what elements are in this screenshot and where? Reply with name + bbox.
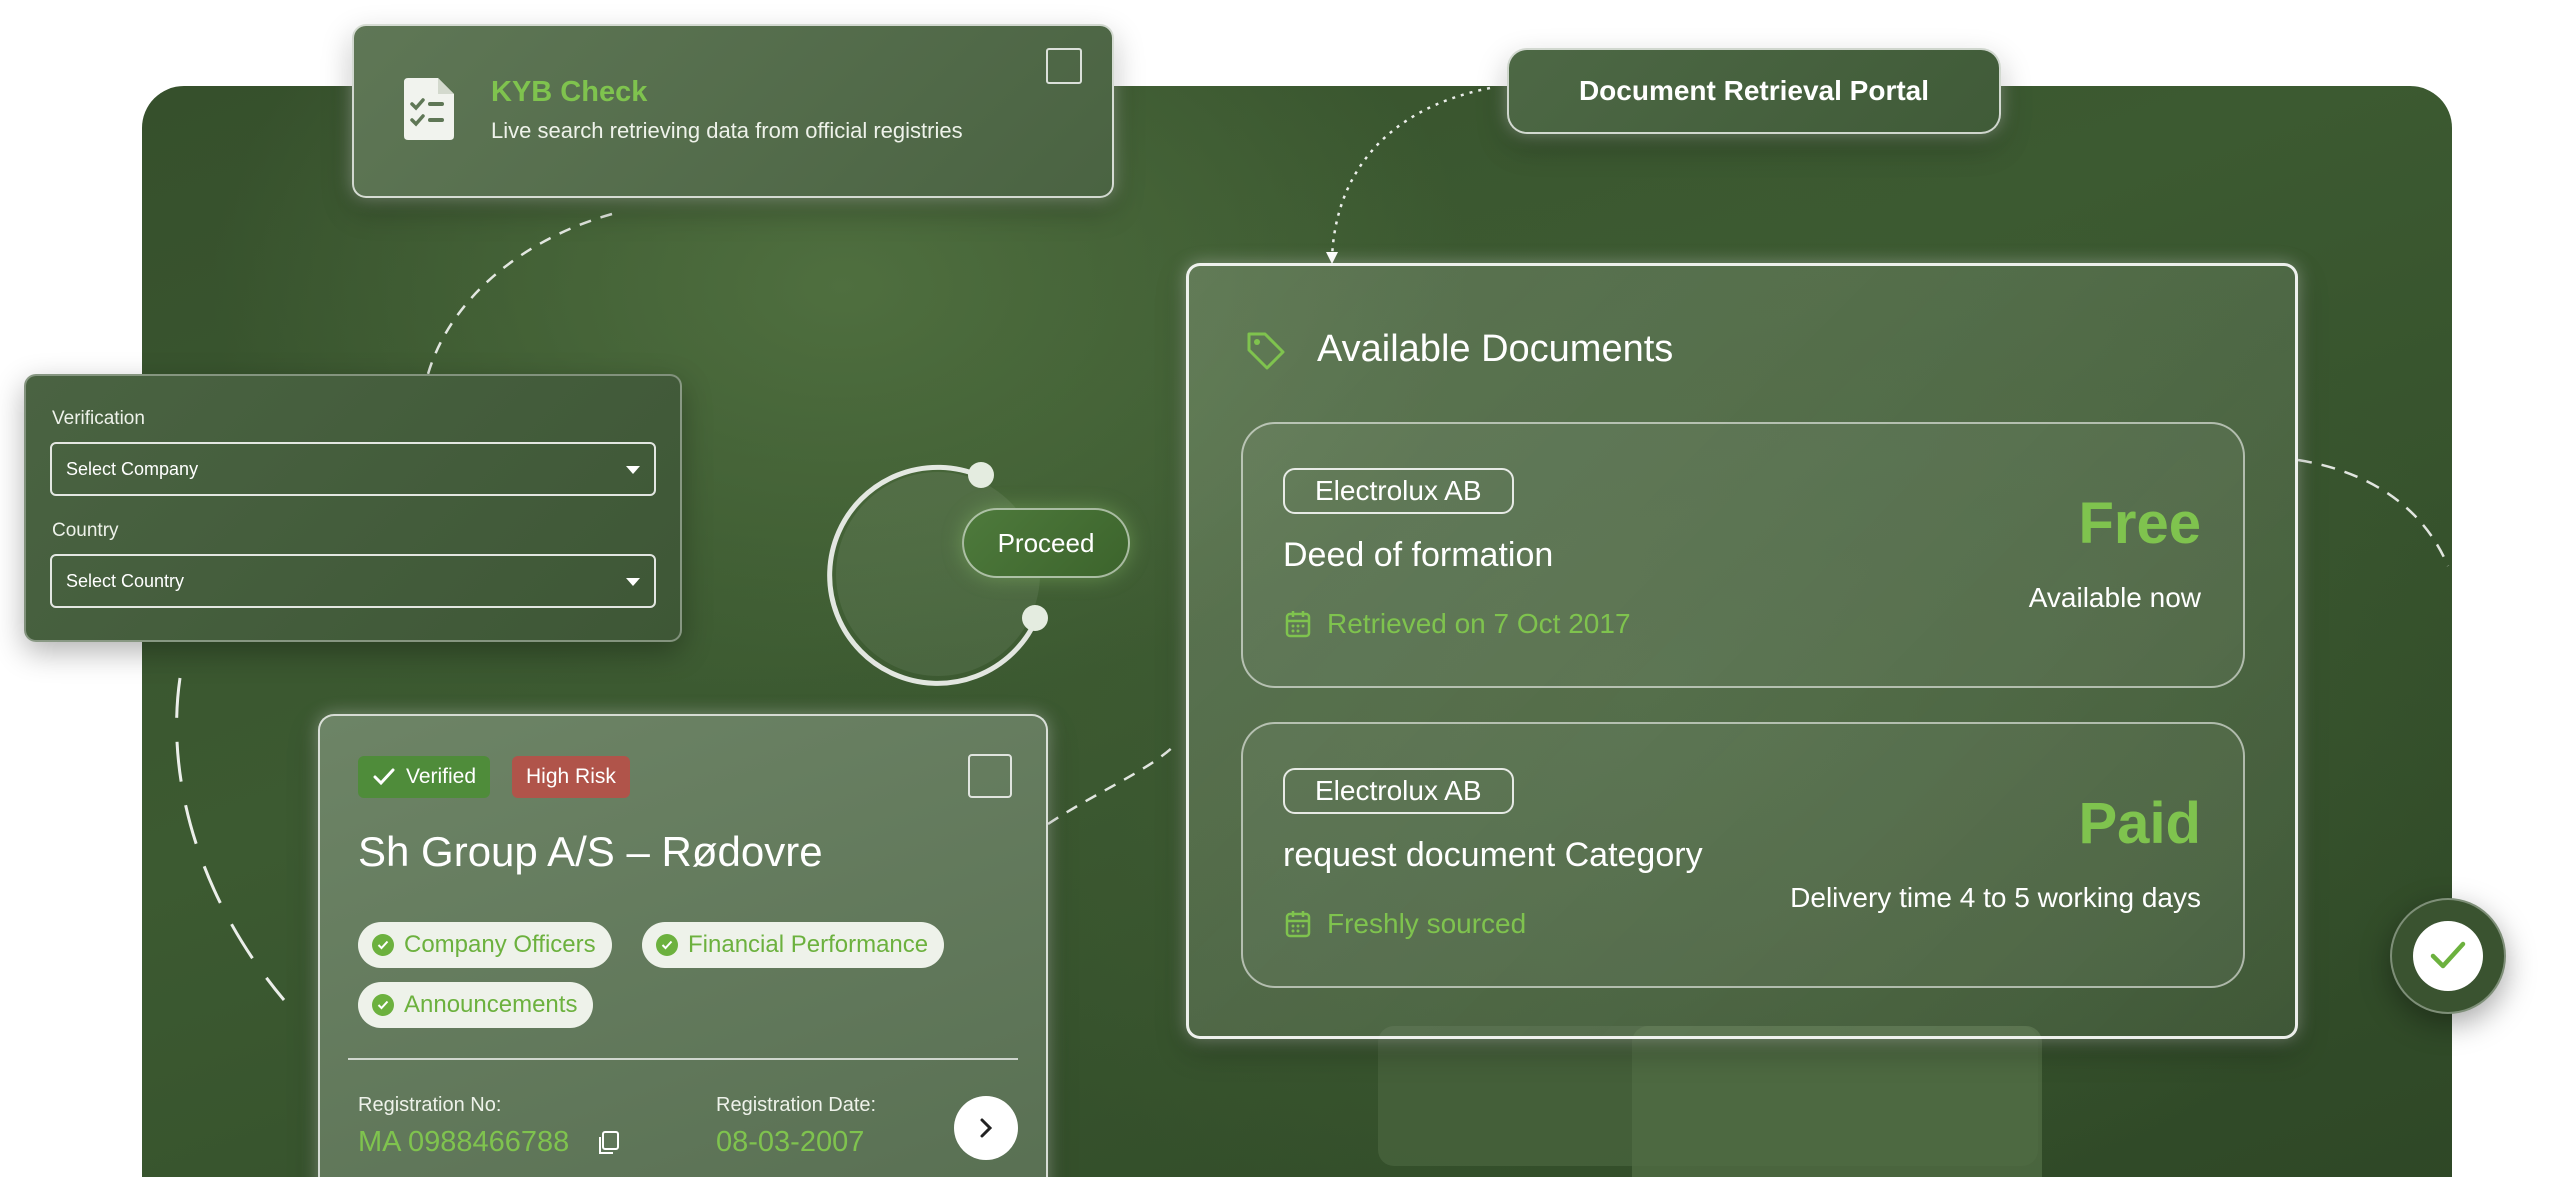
document-availability: Delivery time 4 to 5 working days — [1790, 882, 2201, 913]
verified-badge: Verified — [358, 756, 491, 798]
document-retrieval-portal-label: Document Retrieval Portal — [1507, 48, 2001, 134]
check-icon — [373, 768, 395, 786]
document-item[interactable]: Electrolux AB request document Category … — [1241, 722, 2245, 988]
copy-icon[interactable] — [596, 1130, 620, 1156]
company-card: Verified High Risk Sh Group A/S – Rødovr… — [318, 714, 1048, 1177]
calendar-icon — [1285, 611, 1311, 638]
document-meta-text: Retrieved on 7 Oct 2017 — [1327, 608, 1631, 639]
calendar-icon — [1285, 911, 1311, 938]
country-select[interactable]: Select Country — [50, 554, 656, 608]
chevron-down-icon — [626, 578, 640, 586]
background-card-shadow — [1632, 1026, 2042, 1177]
chevron-right-icon — [980, 1118, 993, 1138]
company-tag: Electrolux AB — [1283, 768, 1514, 814]
document-meta: Retrieved on 7 Oct 2017 — [1285, 608, 1631, 640]
document-meta-text: Freshly sourced — [1327, 908, 1527, 939]
company-name: Sh Group A/S – Rødovre — [358, 828, 823, 875]
document-item[interactable]: Electrolux AB Deed of formation Retrieve… — [1241, 422, 2245, 688]
chip-announcements[interactable]: Announcements — [358, 982, 594, 1028]
proceed-button[interactable]: Proceed — [962, 508, 1130, 578]
verification-label: Verification — [52, 408, 145, 429]
registration-date-value: 08-03-2007 — [716, 1126, 865, 1158]
divider — [348, 1058, 1018, 1060]
tag-icon — [1247, 332, 1285, 370]
document-availability: Available now — [2028, 582, 2201, 613]
document-name: Deed of formation — [1283, 536, 1554, 574]
confirm-button[interactable] — [2390, 898, 2506, 1014]
chip-company-officers[interactable]: Company Officers — [358, 922, 612, 968]
country-select-value: Select Country — [66, 570, 185, 591]
company-tag: Electrolux AB — [1283, 468, 1514, 514]
registration-no-label: Registration No: — [358, 1094, 502, 1116]
kyb-subtitle: Live search retrieving data from officia… — [491, 118, 963, 143]
check-circle-icon — [372, 934, 394, 956]
company-select-value: Select Company — [66, 458, 199, 479]
chevron-down-icon — [626, 466, 640, 474]
chip-financial-performance[interactable]: Financial Performance — [642, 922, 945, 968]
checklist-document-icon — [404, 78, 454, 140]
document-name: request document Category — [1283, 836, 1703, 874]
document-price: Free — [2078, 491, 2201, 556]
chip-label: Company Officers — [404, 931, 596, 958]
company-checkbox[interactable] — [968, 754, 1012, 798]
company-select[interactable]: Select Company — [50, 442, 656, 496]
verification-form: Verification Select Company Country Sele… — [24, 374, 682, 642]
chip-label: Announcements — [404, 991, 578, 1018]
available-documents-heading: Available Documents — [1317, 328, 1674, 370]
document-meta: Freshly sourced — [1285, 908, 1526, 940]
check-circle-icon — [372, 994, 394, 1016]
chip-label: Financial Performance — [688, 931, 929, 958]
next-button[interactable] — [954, 1096, 1018, 1160]
verified-badge-label: Verified — [406, 765, 477, 788]
country-label: Country — [52, 520, 119, 541]
check-circle-icon — [656, 934, 678, 956]
available-documents-panel: Available Documents Electrolux AB Deed o… — [1186, 263, 2298, 1039]
registration-no-value: MA 0988466788 — [358, 1126, 570, 1158]
risk-badge: High Risk — [512, 756, 630, 798]
kyb-title: KYB Check — [491, 76, 648, 108]
kyb-check-card: KYB Check Live search retrieving data fr… — [352, 24, 1114, 198]
check-circle-icon — [2413, 921, 2483, 991]
registration-date-label: Registration Date: — [716, 1094, 877, 1116]
kyb-checkbox[interactable] — [1046, 48, 1082, 84]
document-price: Paid — [2078, 791, 2202, 856]
